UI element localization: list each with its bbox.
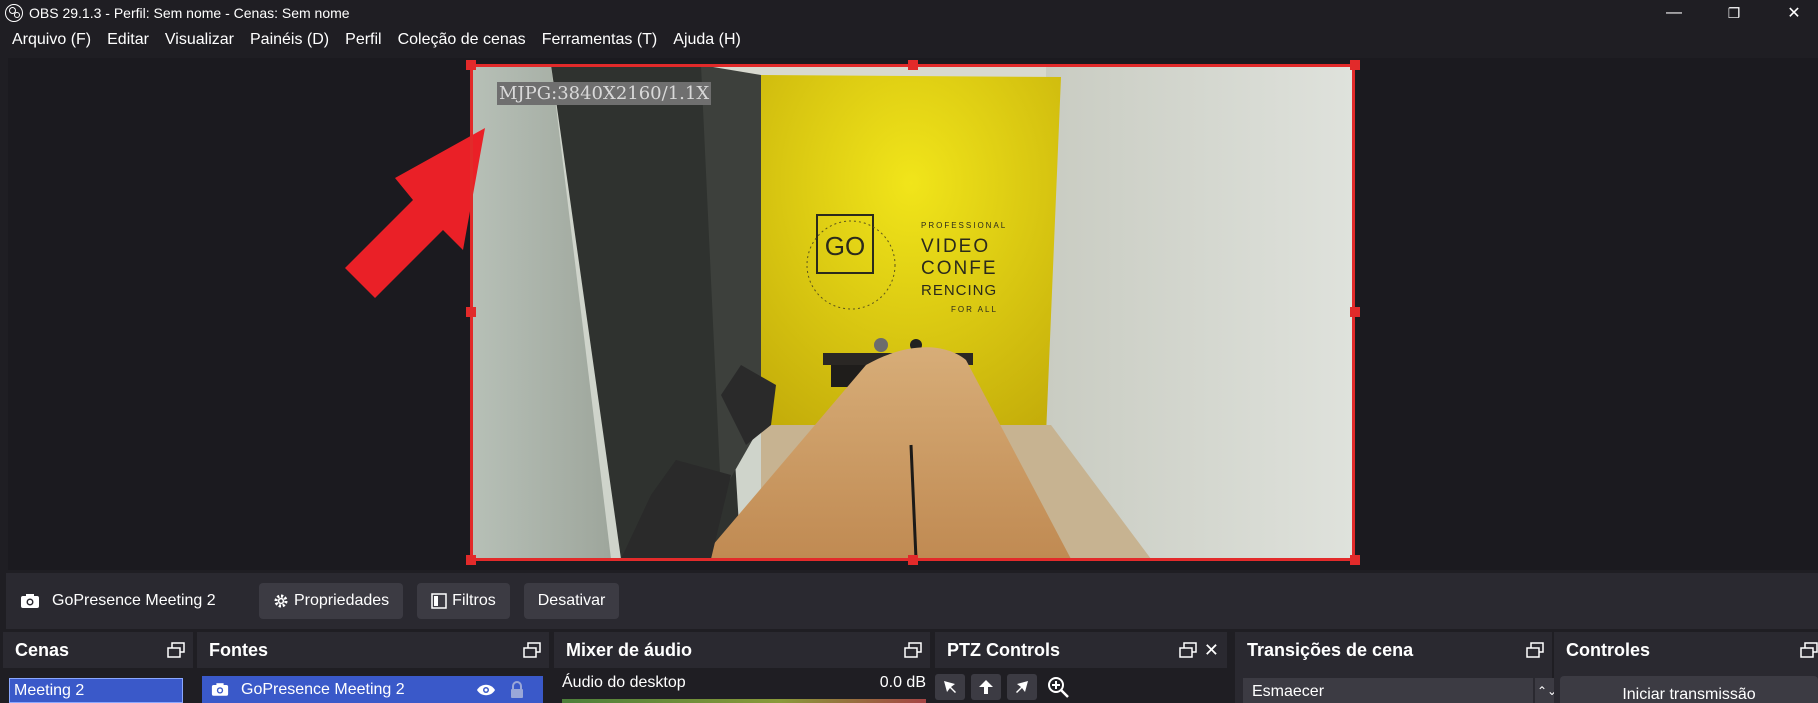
arrow-up-left-icon	[944, 681, 956, 693]
scenes-dock: Cenas Meeting 2	[3, 632, 193, 703]
scene-transitions-dock-title: Transições de cena	[1247, 639, 1414, 660]
minimize-button[interactable]: —	[1650, 0, 1698, 26]
audio-channel-row: Áudio do desktop 0.0 dB	[562, 674, 926, 692]
close-button[interactable]: ✕	[1770, 0, 1818, 26]
resize-handle-top-right[interactable]	[1350, 60, 1360, 70]
video-format-overlay: MJPG:3840X2160/1.1X	[497, 82, 712, 105]
meeting-room-photo: GO PROFESSIONAL VIDEO CONFE RENCING FOR …	[471, 65, 1353, 559]
undock-icon[interactable]	[1179, 642, 1197, 658]
sign-line-3: CONFE	[921, 258, 998, 279]
audio-level-meter	[562, 699, 926, 703]
resize-handle-left[interactable]	[466, 307, 476, 317]
undock-icon[interactable]	[904, 642, 922, 658]
annotation-arrow-icon	[345, 128, 485, 298]
source-item[interactable]: GoPresence Meeting 2	[202, 676, 543, 703]
source-toolbar: GoPresence Meeting 2 Propriedades Filtro…	[6, 573, 1818, 629]
menu-ajuda[interactable]: Ajuda (H)	[665, 31, 749, 49]
controls-dock: Controles Iniciar transmissão	[1554, 632, 1818, 703]
filters-label: Filtros	[452, 592, 496, 609]
resize-handle-right[interactable]	[1350, 307, 1360, 317]
controls-dock-title: Controles	[1566, 639, 1651, 660]
sources-list: GoPresence Meeting 2	[197, 668, 549, 703]
camera-icon	[211, 682, 229, 697]
audio-channel-level: 0.0 dB	[879, 674, 926, 691]
zoom-in-icon[interactable]	[1047, 676, 1069, 703]
undock-icon[interactable]	[523, 642, 541, 658]
selected-source-name: GoPresence Meeting 2	[52, 592, 216, 609]
arrow-up-icon	[979, 680, 993, 694]
ptz-controls-dock-header: PTZ Controls ✕	[935, 632, 1227, 668]
resize-handle-top[interactable]	[908, 60, 918, 70]
ptz-controls-body	[935, 668, 1227, 703]
gear-icon	[273, 593, 289, 609]
ptz-up-left-button[interactable]	[935, 674, 965, 700]
audio-mixer-dock: Mixer de áudio Áudio do desktop 0.0 dB	[554, 632, 930, 703]
undock-icon[interactable]	[167, 642, 185, 658]
deactivate-label: Desativar	[537, 592, 606, 609]
menu-arquivo[interactable]: Arquivo (F)	[4, 31, 99, 49]
scene-transitions-body: Esmaecer ⌃⌄	[1235, 668, 1559, 703]
deactivate-button[interactable]: Desativar	[523, 583, 620, 619]
controls-dock-header: Controles	[1554, 632, 1818, 668]
transition-select[interactable]: Esmaecer	[1243, 678, 1533, 703]
sign-line-5: FOR ALL	[951, 305, 998, 314]
lock-icon[interactable]	[510, 681, 524, 698]
scene-transitions-dock-header: Transições de cena	[1235, 632, 1552, 668]
filters-button[interactable]: Filtros	[417, 583, 510, 619]
resize-handle-top-left[interactable]	[466, 60, 476, 70]
sign-line-2: VIDEO	[921, 236, 990, 257]
sources-dock-header: Fontes	[197, 632, 549, 668]
scene-transitions-dock: Transições de cena Esmaecer ⌃⌄	[1235, 632, 1559, 703]
properties-label: Propriedades	[294, 592, 390, 609]
ptz-up-right-button[interactable]	[1007, 674, 1037, 700]
resize-handle-bottom-left[interactable]	[466, 555, 476, 565]
audio-channel-name: Áudio do desktop	[562, 674, 686, 691]
sign-line-4: RENCING	[921, 282, 997, 299]
menu-editar[interactable]: Editar	[99, 31, 157, 49]
menu-visualizar[interactable]: Visualizar	[157, 31, 242, 49]
ptz-up-button[interactable]	[971, 674, 1001, 700]
controls-body: Iniciar transmissão	[1554, 668, 1818, 703]
audio-mixer-body: Áudio do desktop 0.0 dB	[554, 668, 930, 703]
obs-window: OBS 29.1.3 - Perfil: Sem nome - Cenas: S…	[0, 0, 1818, 703]
ptz-controls-dock-title: PTZ Controls	[947, 639, 1060, 660]
resize-handle-bottom[interactable]	[908, 555, 918, 565]
window-title: OBS 29.1.3 - Perfil: Sem nome - Cenas: S…	[29, 5, 350, 21]
source-item-label: GoPresence Meeting 2	[241, 680, 405, 698]
sign-line-1: PROFESSIONAL	[921, 221, 1007, 230]
arrow-up-right-icon	[1016, 681, 1028, 693]
properties-button[interactable]: Propriedades	[259, 583, 404, 619]
scenes-dock-title: Cenas	[15, 639, 70, 660]
start-streaming-button[interactable]: Iniciar transmissão	[1560, 676, 1818, 703]
sources-dock-title: Fontes	[209, 639, 269, 660]
audio-mixer-dock-title: Mixer de áudio	[566, 639, 693, 660]
undock-icon[interactable]	[1526, 642, 1544, 658]
title-bar: OBS 29.1.3 - Perfil: Sem nome - Cenas: S…	[0, 0, 1818, 26]
scenes-list: Meeting 2	[3, 668, 193, 703]
resize-handle-bottom-right[interactable]	[1350, 555, 1360, 565]
restore-button[interactable]: ❐	[1710, 0, 1758, 26]
ptz-controls-dock: PTZ Controls ✕	[935, 632, 1227, 703]
camera-icon	[18, 589, 42, 613]
sources-dock: Fontes GoPresence Meeting 2	[197, 632, 549, 703]
camera-feed-image[interactable]: GO PROFESSIONAL VIDEO CONFE RENCING FOR …	[471, 65, 1353, 559]
menu-bar: Arquivo (F) Editar Visualizar Painéis (D…	[0, 26, 1818, 54]
undock-icon[interactable]	[1800, 642, 1818, 658]
eye-icon[interactable]	[476, 683, 496, 697]
scene-item[interactable]: Meeting 2	[9, 678, 183, 703]
audio-mixer-dock-header: Mixer de áudio	[554, 632, 930, 668]
menu-ferramentas[interactable]: Ferramentas (T)	[534, 31, 666, 49]
menu-colecao-de-cenas[interactable]: Coleção de cenas	[390, 31, 534, 49]
obs-logo-icon	[5, 4, 23, 22]
filter-icon	[431, 593, 447, 609]
menu-perfil[interactable]: Perfil	[337, 31, 389, 49]
scenes-dock-header: Cenas	[3, 632, 193, 668]
close-dock-icon[interactable]: ✕	[1204, 640, 1219, 661]
menu-paineis[interactable]: Painéis (D)	[242, 31, 337, 49]
sign-logo-text: GO	[825, 231, 865, 261]
